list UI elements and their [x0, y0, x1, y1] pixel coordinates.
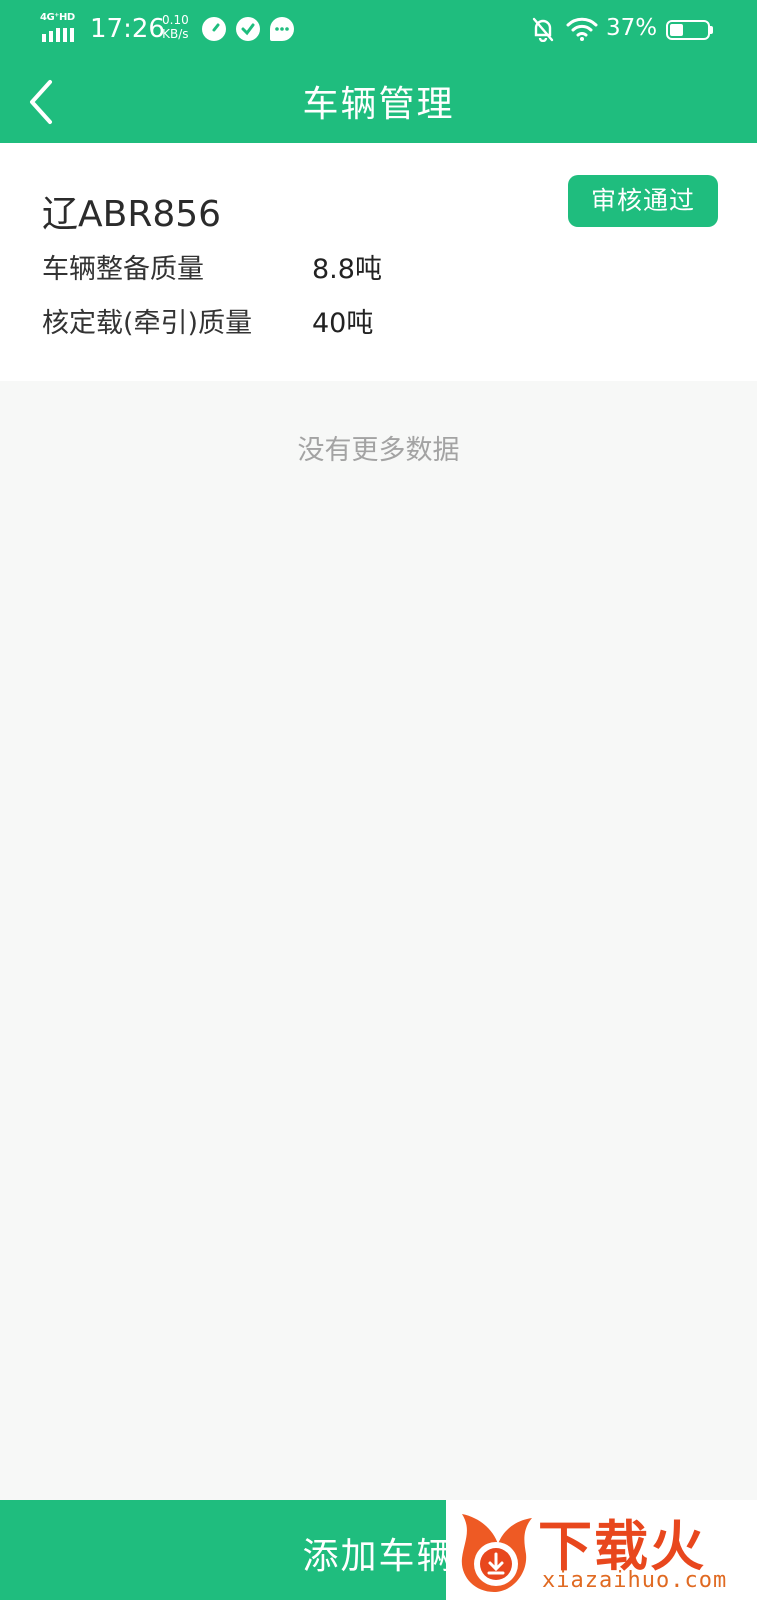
network-type: 4G⁺HD — [40, 12, 75, 23]
check-circle-icon — [236, 17, 260, 41]
cellular-signal-icon: 4G⁺HD — [40, 12, 80, 42]
speedometer-icon — [202, 17, 226, 41]
status-badge: 审核通过 — [568, 175, 718, 227]
rated-load-value: 40吨 — [312, 308, 374, 339]
curb-weight-value: 8.8吨 — [312, 254, 382, 285]
app-header: 4G⁺HD 17:26 0.10 KB/s 37% 车辆管理 — [0, 0, 757, 143]
network-speed-value: 0.10 — [162, 13, 189, 27]
vehicle-plate: 辽ABR856 — [42, 194, 222, 235]
battery-percent: 37% — [606, 15, 658, 41]
flame-logo-icon — [461, 1514, 532, 1592]
watermark-url: xiazaihuo.com — [542, 1568, 728, 1593]
battery-cap — [710, 26, 713, 34]
watermark: 下载火 xiazaihuo.com — [446, 1500, 757, 1600]
wifi-icon — [566, 17, 598, 41]
bell-muted-icon — [532, 17, 554, 42]
message-icon — [270, 17, 294, 41]
battery-icon — [666, 20, 710, 40]
no-more-data-text: 没有更多数据 — [297, 435, 460, 466]
status-bar: 4G⁺HD 17:26 0.10 KB/s 37% — [0, 0, 757, 60]
battery-level — [670, 24, 683, 36]
vehicle-card[interactable]: 辽ABR856 审核通过 车辆整备质量 8.8吨 核定载(牵引)质量 40吨 — [0, 143, 757, 381]
rated-load-label: 核定载(牵引)质量 — [42, 308, 253, 339]
page-title: 车辆管理 — [302, 84, 455, 125]
status-time: 17:26 — [90, 14, 165, 44]
network-speed-unit: KB/s — [162, 27, 189, 41]
curb-weight-label: 车辆整备质量 — [42, 254, 204, 285]
network-speed: 0.10 KB/s — [162, 13, 189, 41]
